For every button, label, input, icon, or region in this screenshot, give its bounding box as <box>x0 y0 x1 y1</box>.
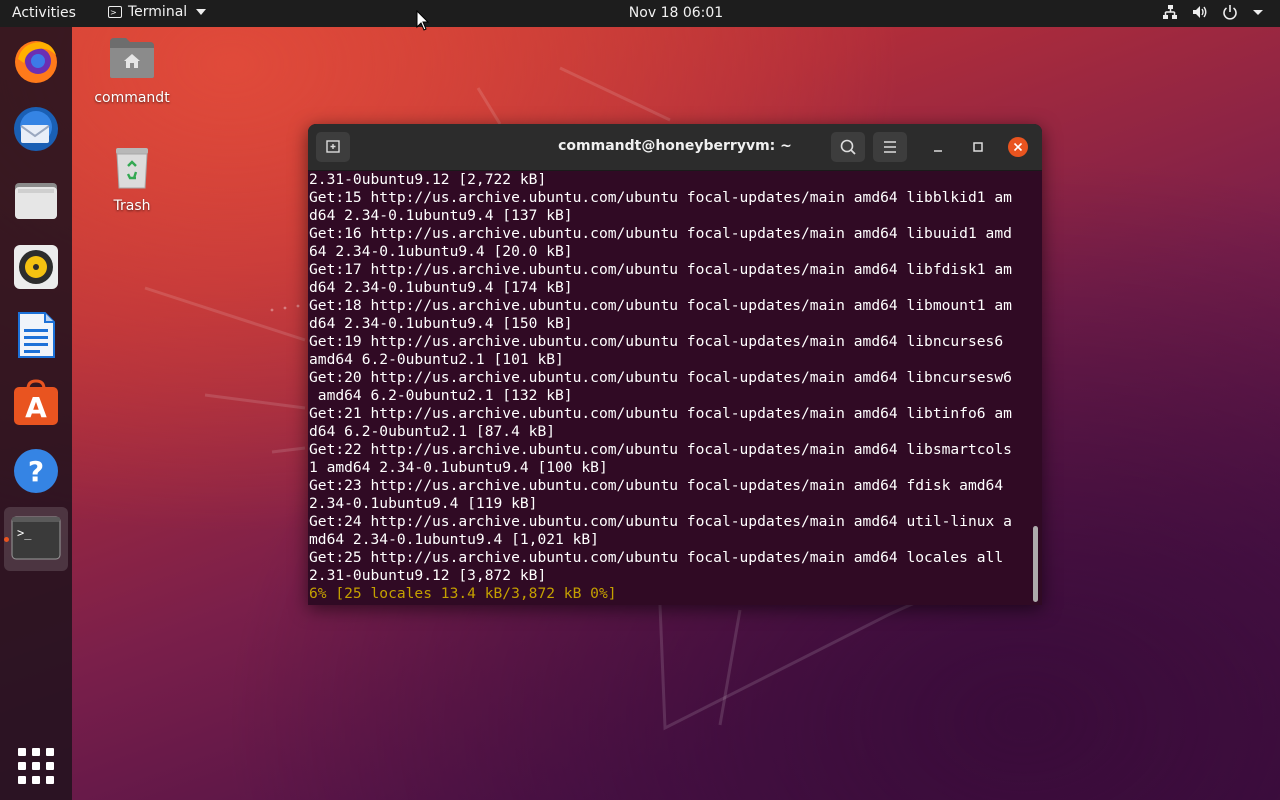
terminal-line: 2.31-0ubuntu9.12 [3,872 kB] <box>309 567 547 584</box>
terminal-window[interactable]: commandt@honeyberryvm: ~ 2.31-0ubuntu9.1… <box>308 124 1042 605</box>
desktop-trash-label: Trash <box>113 198 151 214</box>
terminal-line: Get:21 http://us.archive.ubuntu.com/ubun… <box>309 405 1012 422</box>
terminal-line: 2.31-0ubuntu9.12 [2,722 kB] <box>309 171 547 188</box>
terminal-line: Get:19 http://us.archive.ubuntu.com/ubun… <box>309 333 1004 350</box>
terminal-icon: >_ <box>11 516 61 560</box>
dock: A ? >_ <box>0 27 72 800</box>
terminal-output[interactable]: 2.31-0ubuntu9.12 [2,722 kB] Get:15 http:… <box>309 171 1031 605</box>
dock-item-files[interactable] <box>12 175 60 223</box>
search-icon <box>840 139 856 155</box>
search-button[interactable] <box>831 132 865 162</box>
maximize-icon[interactable] <box>968 137 988 157</box>
terminal-line: Get:22 http://us.archive.ubuntu.com/ubun… <box>309 441 1012 458</box>
volume-icon[interactable] <box>1192 4 1208 20</box>
dock-item-terminal[interactable]: >_ <box>4 507 68 571</box>
desktop-home-label: commandt <box>94 90 170 106</box>
top-bar: Activities > Terminal Nov 18 06:01 <box>0 0 1280 27</box>
terminal-line: d64 2.34-0.1ubuntu9.4 [150 kB] <box>309 315 573 332</box>
dock-item-thunderbird[interactable] <box>12 105 60 153</box>
trash-icon <box>116 148 148 189</box>
minimize-icon[interactable] <box>928 137 948 157</box>
terminal-line: d64 2.34-0.1ubuntu9.4 [137 kB] <box>309 207 573 224</box>
firefox-icon <box>15 41 57 83</box>
svg-text:?: ? <box>28 455 44 488</box>
help-icon: ? <box>14 449 58 493</box>
desktop-trash[interactable]: Trash <box>100 146 164 214</box>
app-menu[interactable]: > Terminal <box>108 4 207 20</box>
hamburger-icon <box>884 141 896 153</box>
svg-text:A: A <box>25 391 47 424</box>
terminal-line: Get:25 http://us.archive.ubuntu.com/ubun… <box>309 549 1004 566</box>
dock-item-ubuntu-software[interactable]: A <box>12 379 60 427</box>
terminal-line: md64 2.34-0.1ubuntu9.4 [1,021 kB] <box>309 531 599 548</box>
dock-item-help[interactable]: ? <box>12 447 60 495</box>
scrollbar[interactable] <box>1033 526 1038 602</box>
terminal-line: Get:23 http://us.archive.ubuntu.com/ubun… <box>309 477 1004 494</box>
app-menu-label: Terminal <box>128 4 188 20</box>
terminal-line: Get:17 http://us.archive.ubuntu.com/ubun… <box>309 261 1012 278</box>
desktop-home-folder[interactable]: commandt <box>94 36 170 106</box>
files-icon <box>15 183 57 219</box>
thunderbird-icon <box>14 107 58 151</box>
terminal-line: 1 amd64 2.34-0.1ubuntu9.4 [100 kB] <box>309 459 608 476</box>
power-icon[interactable] <box>1222 4 1238 20</box>
dock-item-rhythmbox[interactable] <box>12 243 60 291</box>
terminal-line: amd64 6.2-0ubuntu2.1 [132 kB] <box>309 387 573 404</box>
terminal-line: Get:15 http://us.archive.ubuntu.com/ubun… <box>309 189 1012 206</box>
dock-item-writer[interactable] <box>12 311 60 359</box>
software-icon: A <box>14 379 58 425</box>
svg-text:>_: >_ <box>17 526 32 540</box>
close-button[interactable] <box>1008 137 1028 157</box>
clock[interactable]: Nov 18 06:01 <box>629 5 723 21</box>
system-tray[interactable] <box>1162 4 1264 20</box>
terminal-line: d64 2.34-0.1ubuntu9.4 [174 kB] <box>309 279 573 296</box>
close-icon <box>1013 142 1023 152</box>
writer-icon <box>18 312 55 358</box>
terminal-small-icon: > <box>108 6 122 18</box>
terminal-line: Get:16 http://us.archive.ubuntu.com/ubun… <box>309 225 1012 242</box>
terminal-line: d64 6.2-0ubuntu2.1 [87.4 kB] <box>309 423 556 440</box>
system-menu-chevron-icon[interactable] <box>1252 4 1264 20</box>
dock-item-firefox[interactable] <box>12 37 60 85</box>
home-folder-icon <box>110 38 154 78</box>
terminal-titlebar[interactable]: commandt@honeyberryvm: ~ <box>308 124 1042 171</box>
network-icon[interactable] <box>1162 4 1178 20</box>
activities-button[interactable]: Activities <box>12 5 76 21</box>
rhythmbox-icon <box>14 245 58 289</box>
progress-status-line: 6% [25 locales 13.4 kB/3,872 kB 0%] <box>309 585 617 602</box>
menu-button[interactable] <box>873 132 907 162</box>
terminal-line: 2.34-0.1ubuntu9.4 [119 kB] <box>309 495 538 512</box>
apps-grid-icon[interactable] <box>18 748 54 784</box>
chevron-down-icon <box>196 9 207 15</box>
terminal-line: Get:18 http://us.archive.ubuntu.com/ubun… <box>309 297 1012 314</box>
running-indicator <box>4 537 9 542</box>
terminal-line: amd64 6.2-0ubuntu2.1 [101 kB] <box>309 351 564 368</box>
terminal-line: Get:24 http://us.archive.ubuntu.com/ubun… <box>309 513 1012 530</box>
mouse-cursor-icon <box>416 10 430 31</box>
terminal-line: Get:20 http://us.archive.ubuntu.com/ubun… <box>309 369 1012 386</box>
terminal-line: 64 2.34-0.1ubuntu9.4 [20.0 kB] <box>309 243 573 260</box>
